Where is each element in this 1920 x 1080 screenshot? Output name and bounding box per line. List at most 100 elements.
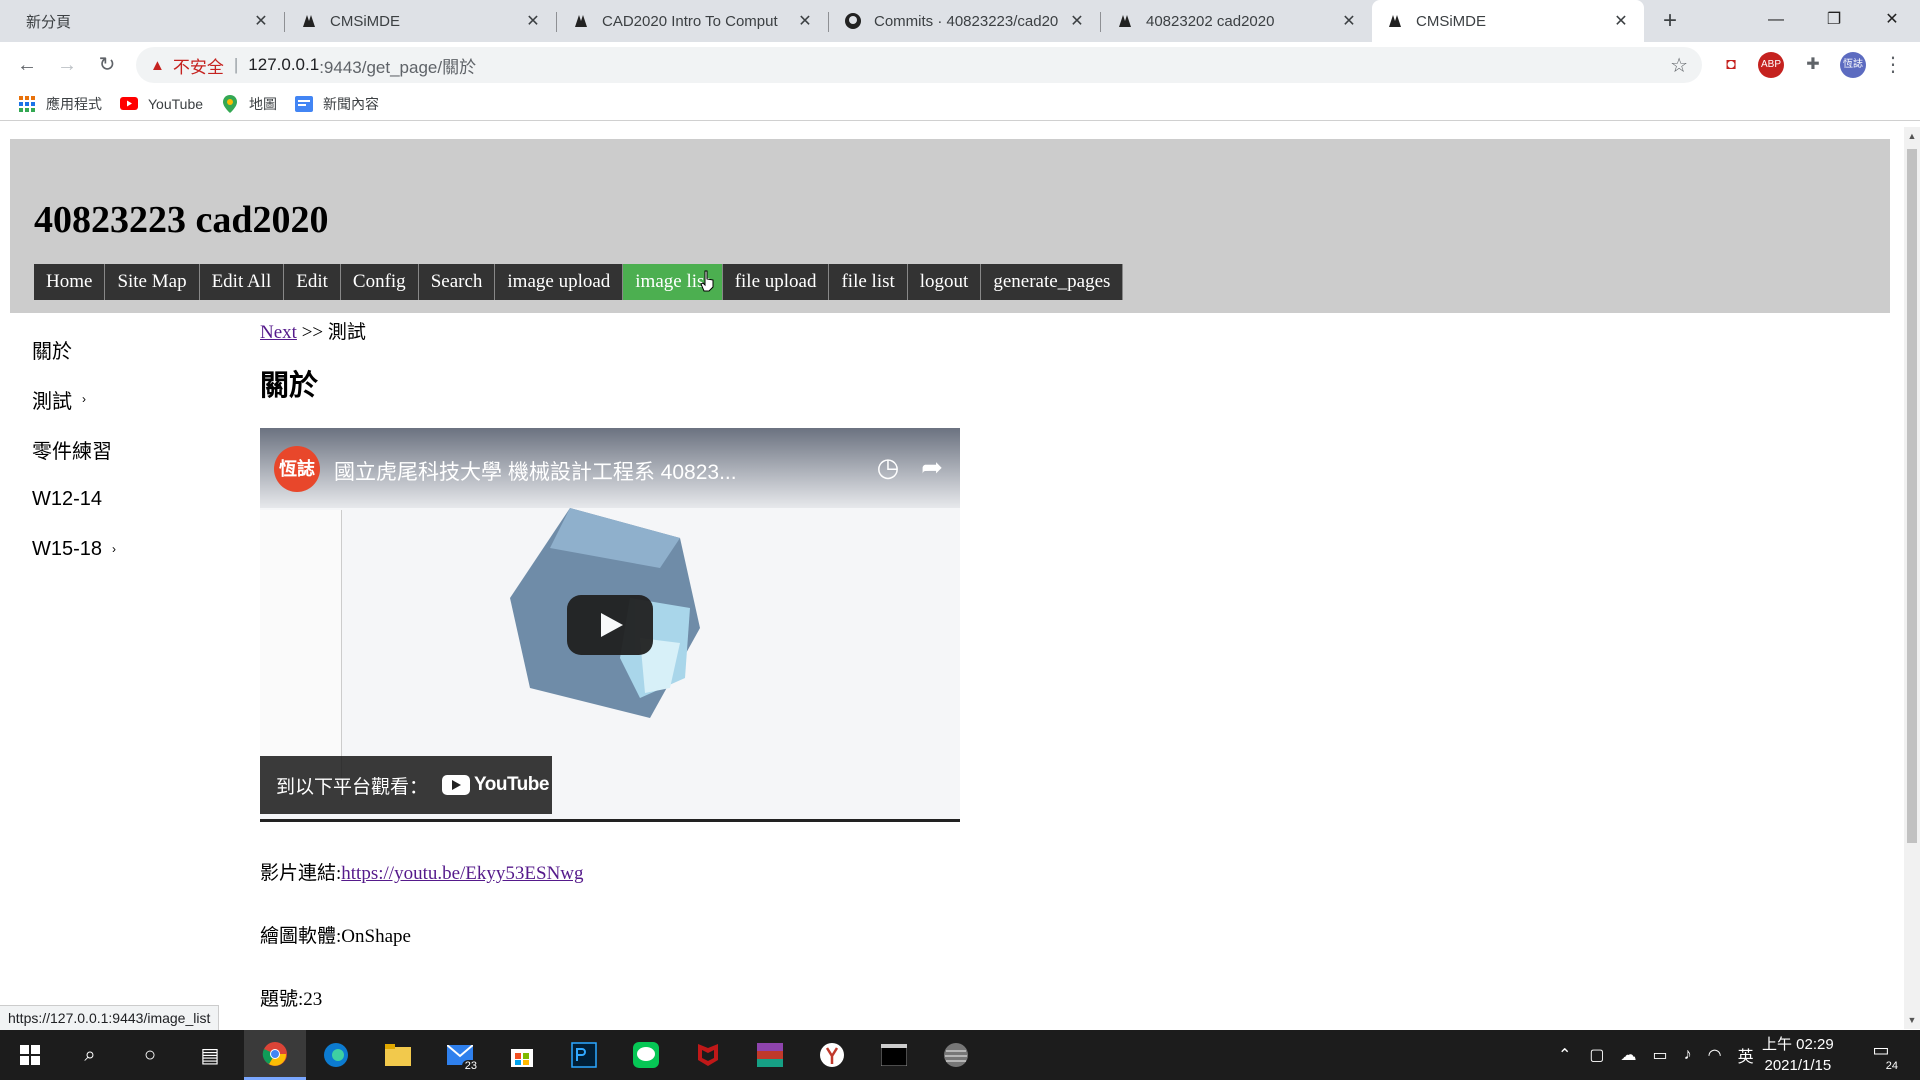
tab-title: CMSiMDE <box>330 12 400 30</box>
tab-close-icon[interactable]: ✕ <box>1340 11 1358 31</box>
winrar-taskbar-icon[interactable] <box>742 1030 798 1080</box>
warning-icon[interactable]: ▲ <box>150 57 165 74</box>
play-button[interactable] <box>567 595 653 655</box>
tab-close-icon[interactable]: ✕ <box>252 11 270 31</box>
scroll-down-icon[interactable]: ▼ <box>1907 1015 1917 1025</box>
bookmark-news[interactable]: 新聞內容 <box>295 94 379 114</box>
minimize-icon[interactable]: — <box>1748 0 1804 42</box>
tab-40823202[interactable]: 40823202 cad2020 ✕ <box>1102 0 1372 42</box>
menu-file-list[interactable]: file list <box>829 264 908 300</box>
menu-logout[interactable]: logout <box>907 264 982 300</box>
insecure-label[interactable]: 不安全 <box>173 53 224 78</box>
url-path: :9443/get_page/關於 <box>319 57 477 77</box>
sidebar-item-w12-14[interactable]: W12-14 <box>32 474 116 524</box>
cmsimde-icon <box>572 12 590 30</box>
battery-icon[interactable]: ▭ <box>1653 1045 1668 1065</box>
menu-image-upload[interactable]: image upload <box>495 264 624 300</box>
ime-indicator[interactable]: 英 <box>1738 1043 1754 1067</box>
menu-site-map[interactable]: Site Map <box>105 264 200 300</box>
new-tab-button[interactable]: + <box>1655 6 1685 36</box>
menu-file-upload[interactable]: file upload <box>722 264 830 300</box>
profile-avatar-icon[interactable]: 恆誌 <box>1840 52 1866 78</box>
tab-close-icon[interactable]: ✕ <box>524 11 542 31</box>
wifi-icon[interactable]: ◠ <box>1708 1045 1722 1065</box>
sidebar-item-parts-practice[interactable]: 零件練習 <box>32 424 116 474</box>
breadcrumb: Next >> 測試 <box>260 317 1560 344</box>
watch-later-icon[interactable]: ◷ <box>866 446 910 490</box>
bookmark-maps[interactable]: 地圖 <box>221 94 277 114</box>
store-taskbar-icon[interactable] <box>494 1030 550 1080</box>
youtube-icon <box>120 95 138 113</box>
bookmark-youtube[interactable]: YouTube <box>120 95 203 113</box>
video-link[interactable]: https://youtu.be/Ekyy53ESNwg <box>341 863 583 884</box>
sidebar-item-test[interactable]: 測試 › <box>32 374 116 424</box>
menu-search[interactable]: Search <box>418 264 496 300</box>
extensions-puzzle-icon[interactable]: ✚ <box>1800 52 1826 78</box>
sidebar-item-label: 關於 <box>32 340 72 363</box>
video-title[interactable]: 國立虎尾科技大學 機械設計工程系 40823... <box>334 456 737 486</box>
tab-new-tab[interactable]: 新分頁 ✕ <box>12 0 284 42</box>
breadcrumb-next-link[interactable]: Next <box>260 322 297 343</box>
more-menu-icon[interactable]: ⋮ <box>1880 52 1906 78</box>
chrome-taskbar-icon[interactable] <box>244 1030 306 1080</box>
pocket-extension-icon[interactable]: ◘ <box>1718 52 1744 78</box>
page-scrollbar[interactable]: ▲ ▼ <box>1904 127 1920 1029</box>
back-icon[interactable]: ← <box>12 50 42 80</box>
bookmark-star-icon[interactable]: ☆ <box>1670 53 1688 78</box>
share-icon[interactable]: ➦ <box>910 446 954 490</box>
forward-icon[interactable]: → <box>52 50 82 80</box>
page-title: 關於 <box>260 370 319 402</box>
app-taskbar-icon[interactable] <box>804 1030 860 1080</box>
search-icon[interactable]: ⌕ <box>62 1030 118 1080</box>
notification-center-icon[interactable]: ▭ 24 <box>1866 1040 1898 1072</box>
menu-home[interactable]: Home <box>34 264 106 300</box>
menu-edit[interactable]: Edit <box>284 264 341 300</box>
bookmark-apps[interactable]: 應用程式 <box>18 94 102 114</box>
photoshop-taskbar-icon[interactable] <box>556 1030 612 1080</box>
mcafee-taskbar-icon[interactable] <box>680 1030 736 1080</box>
tab-title: 新分頁 <box>26 13 72 31</box>
menu-config[interactable]: Config <box>340 264 419 300</box>
windows-start-icon[interactable] <box>2 1030 58 1080</box>
tab-cad2020-intro[interactable]: CAD2020 Intro To Comput ✕ <box>558 0 828 42</box>
restore-icon[interactable]: ❐ <box>1806 0 1862 42</box>
video-link-label: 影片連結: <box>260 863 342 884</box>
scrollbar-thumb[interactable] <box>1907 149 1917 843</box>
globe-app-taskbar-icon[interactable] <box>928 1030 984 1080</box>
tab-cmsimde-active[interactable]: CMSiMDE ✕ <box>1372 0 1644 42</box>
line-taskbar-icon[interactable] <box>618 1030 674 1080</box>
cortana-icon[interactable]: ○ <box>122 1030 178 1080</box>
bookmarks-bar: 應用程式 YouTube 地圖 新聞內容 <box>0 87 1920 121</box>
reload-icon[interactable]: ↻ <box>92 50 122 80</box>
tab-separator <box>284 12 285 32</box>
close-window-icon[interactable]: ✕ <box>1864 0 1920 42</box>
volume-icon[interactable]: ♪ <box>1684 1046 1692 1064</box>
watch-on-youtube-button[interactable]: 到以下平台觀看： YouTube <box>260 756 552 814</box>
channel-avatar[interactable]: 恆誌 <box>274 446 320 492</box>
breadcrumb-separator: >> <box>301 322 324 343</box>
tab-close-icon[interactable]: ✕ <box>1068 11 1086 31</box>
tab-github-commits[interactable]: Commits · 40823223/cad20 ✕ <box>830 0 1100 42</box>
show-hidden-icons-icon[interactable]: ⌃ <box>1558 1045 1571 1065</box>
mail-taskbar-icon[interactable]: 23 <box>432 1030 488 1080</box>
tab-close-icon[interactable]: ✕ <box>796 11 814 31</box>
sidebar-item-label: W12-14 <box>32 487 103 510</box>
file-explorer-taskbar-icon[interactable] <box>370 1030 426 1080</box>
edge-taskbar-icon[interactable] <box>308 1030 364 1080</box>
software-paragraph: 繪圖軟體:OnShape <box>260 926 411 947</box>
menu-generate-pages[interactable]: generate_pages <box>981 264 1124 300</box>
tab-close-icon[interactable]: ✕ <box>1612 11 1630 31</box>
menu-edit-all[interactable]: Edit All <box>199 264 285 300</box>
onedrive-icon[interactable]: ☁ <box>1621 1045 1637 1065</box>
tab-cmsimde-1[interactable]: CMSiMDE ✕ <box>286 0 556 42</box>
terminal-taskbar-icon[interactable] <box>866 1030 922 1080</box>
taskbar-clock[interactable]: 上午 02:29 2021/1/15 <box>1762 1034 1834 1076</box>
meet-now-icon[interactable]: ▢ <box>1589 1045 1604 1065</box>
sidebar-item-w15-18[interactable]: W15-18 › <box>32 524 116 574</box>
scroll-up-icon[interactable]: ▲ <box>1907 131 1917 141</box>
task-view-icon[interactable]: ▤ <box>182 1030 238 1080</box>
sidebar-item-about[interactable]: 關於 <box>32 324 116 374</box>
address-bar[interactable]: ▲ 不安全 | 127.0.0.1 :9443/get_page/關於 ☆ <box>136 47 1702 83</box>
youtube-video-embed[interactable]: 恆誌 國立虎尾科技大學 機械設計工程系 40823... ◷ ➦ 到以下平台觀看… <box>260 428 960 822</box>
adblock-extension-icon[interactable]: ABP <box>1758 52 1784 78</box>
